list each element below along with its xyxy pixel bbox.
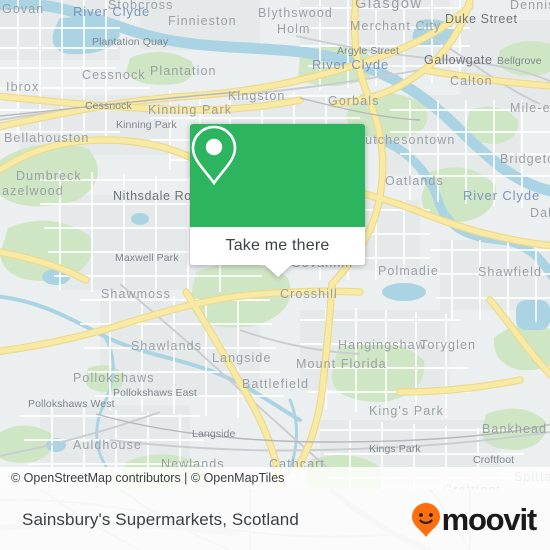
page-title: Sainsbury's Supermarkets, Scotland — [22, 509, 299, 529]
location-pin-icon — [191, 125, 237, 186]
moovit-map-page: Govan Stobcross Finnieston Blythswood Holm Gl… — [0, 0, 550, 550]
map-attribution-bar: © OpenStreetMap contributors | © OpenMap… — [0, 467, 550, 489]
moovit-brand-logo[interactable]: moovit — [411, 502, 538, 538]
location-callout-card[interactable]: Take me there — [190, 124, 365, 277]
callout-header — [190, 124, 365, 227]
moovit-smiley-pin-icon — [411, 502, 440, 537]
take-me-there-label: Take me there — [225, 237, 330, 254]
footer-bar: Sainsbury's Supermarkets, Scotland moovi… — [0, 489, 550, 550]
map-canvas[interactable]: Govan Stobcross Finnieston Blythswood Holm Gl… — [0, 0, 550, 489]
take-me-there-button[interactable]: Take me there — [190, 227, 365, 265]
moovit-wordmark: moovit — [441, 502, 538, 537]
callout-pointer — [264, 265, 291, 277]
map-attribution-text: © OpenStreetMap contributors | © OpenMap… — [11, 471, 285, 485]
